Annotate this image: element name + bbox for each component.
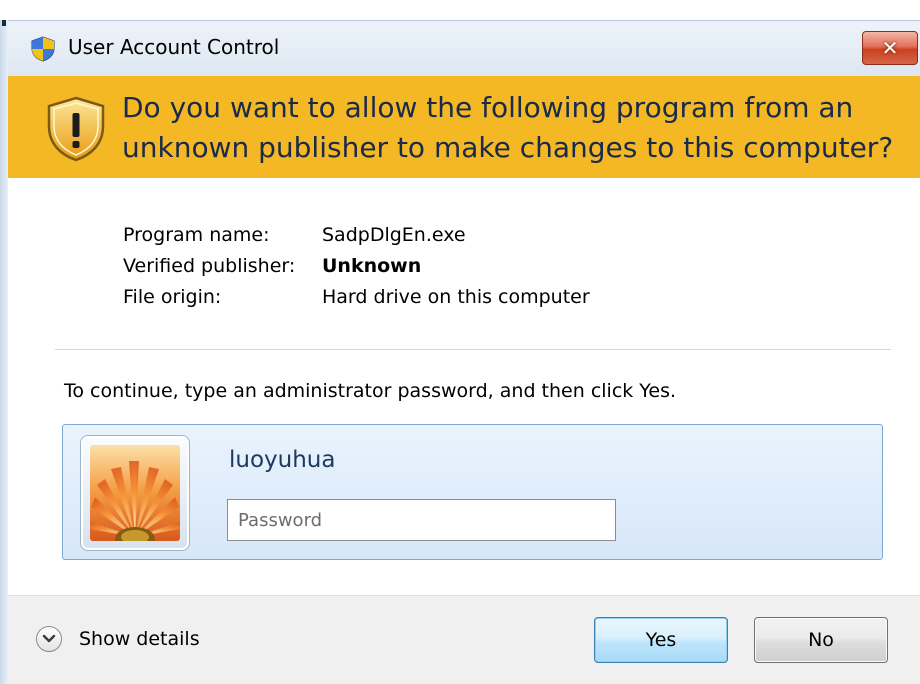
publisher-label: Verified publisher: bbox=[123, 255, 296, 277]
window-title: User Account Control bbox=[68, 35, 280, 59]
uac-dialog: User Account Control ✕ Do you want to al… bbox=[0, 0, 920, 684]
background-window-edge bbox=[0, 20, 8, 684]
title-bar: User Account Control ✕ bbox=[8, 20, 920, 76]
program-name-value: SadpDlgEn.exe bbox=[322, 224, 466, 246]
divider bbox=[55, 349, 891, 350]
program-name-row: Program name: SadpDlgEn.exe bbox=[123, 224, 590, 255]
instruction-text: To continue, type an administrator passw… bbox=[64, 380, 677, 402]
file-origin-label: File origin: bbox=[123, 286, 222, 308]
credential-tile[interactable]: luoyuhua bbox=[62, 424, 883, 560]
flower-avatar-icon bbox=[90, 445, 180, 541]
uac-shield-icon bbox=[31, 36, 55, 62]
footer-bar: Show details Yes No bbox=[8, 595, 920, 684]
chevron-down-icon[interactable] bbox=[36, 626, 62, 652]
program-name-label: Program name: bbox=[123, 224, 270, 246]
program-info: Program name: SadpDlgEn.exe Verified pub… bbox=[123, 224, 590, 317]
show-details-toggle[interactable]: Show details bbox=[36, 626, 200, 652]
warning-shield-icon bbox=[47, 96, 105, 162]
close-icon: ✕ bbox=[881, 36, 899, 60]
user-name: luoyuhua bbox=[229, 447, 336, 473]
publisher-value: Unknown bbox=[322, 255, 422, 277]
uac-question: Do you want to allow the following progr… bbox=[122, 91, 894, 164]
publisher-row: Verified publisher: Unknown bbox=[123, 255, 590, 286]
yes-button[interactable]: Yes bbox=[594, 617, 728, 663]
close-button[interactable]: ✕ bbox=[862, 31, 918, 65]
show-details-label[interactable]: Show details bbox=[79, 628, 200, 650]
password-field[interactable] bbox=[227, 499, 616, 541]
no-button[interactable]: No bbox=[754, 617, 888, 663]
file-origin-row: File origin: Hard drive on this computer bbox=[123, 286, 590, 317]
warning-banner: Do you want to allow the following progr… bbox=[8, 76, 920, 178]
avatar bbox=[80, 435, 190, 551]
file-origin-value: Hard drive on this computer bbox=[322, 286, 590, 308]
